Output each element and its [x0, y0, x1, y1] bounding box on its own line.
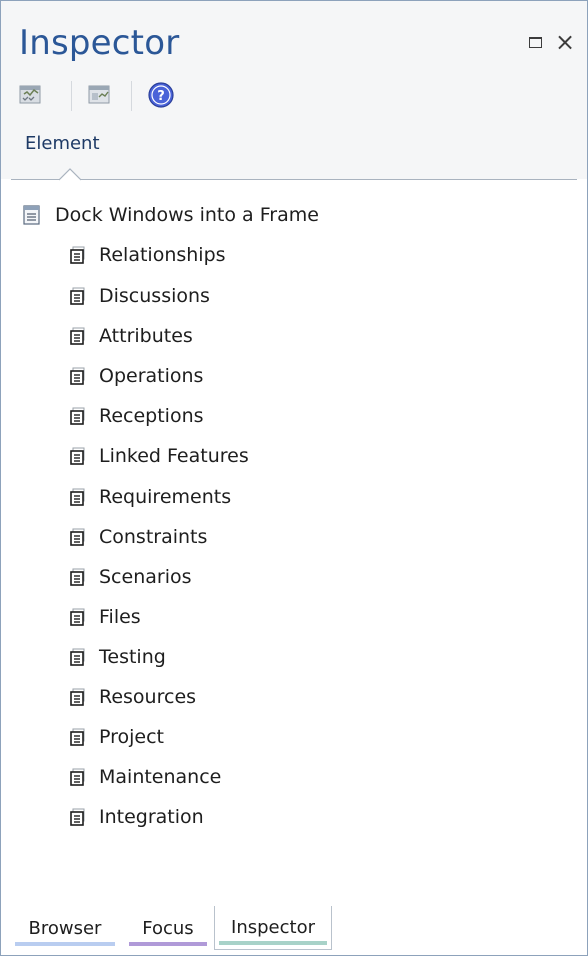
- toolbar-separator: [71, 81, 72, 111]
- tab-focus-label: Focus: [142, 917, 194, 939]
- section-icon: [70, 407, 85, 425]
- section-icon: [70, 447, 85, 465]
- tree-item-resources[interactable]: Resources: [69, 683, 196, 711]
- tree-item-label: Operations: [99, 365, 204, 387]
- window-title: Inspector: [19, 23, 180, 63]
- tree-item-receptions[interactable]: Receptions: [69, 402, 204, 430]
- tree-item-integration[interactable]: Integration: [69, 803, 204, 831]
- tree-item-label: Requirements: [99, 486, 232, 508]
- svg-text:?: ?: [157, 89, 165, 104]
- tab-indicator: [59, 168, 81, 181]
- tree-item-linked-features[interactable]: Linked Features: [69, 442, 249, 470]
- tree-item-label: Discussions: [99, 285, 210, 307]
- tree-item-label: Testing: [99, 646, 166, 668]
- maximize-button[interactable]: [524, 31, 546, 53]
- section-icon: [70, 728, 85, 746]
- help-button[interactable]: ?: [145, 79, 177, 111]
- tab-underline: [11, 179, 577, 180]
- tree-item-constraints[interactable]: Constraints: [69, 523, 207, 551]
- tree-item-label: Files: [99, 606, 141, 628]
- section-icon: [70, 808, 85, 826]
- section-icon: [70, 568, 85, 586]
- section-icon: [70, 488, 85, 506]
- tree-item-label: Attributes: [99, 325, 193, 347]
- tree-item-relationships[interactable]: Relationships: [69, 241, 226, 269]
- tree-item-label: Integration: [99, 806, 204, 828]
- section-icon: [70, 768, 85, 786]
- tab-browser-accent: [15, 942, 115, 946]
- section-icon: [70, 528, 85, 546]
- bottom-tab-bar: Browser Focus Inspector: [11, 906, 587, 950]
- inspector-header: Inspector × ? Element: [1, 1, 587, 179]
- window-layout-button[interactable]: [83, 79, 115, 111]
- tree-item-files[interactable]: Files: [69, 603, 141, 631]
- tab-focus[interactable]: Focus: [125, 906, 211, 950]
- toolbar-separator: [131, 81, 132, 111]
- section-icon: [70, 287, 85, 305]
- tree-item-operations[interactable]: Operations: [69, 362, 203, 390]
- tree-item-label: Constraints: [99, 526, 208, 548]
- tree-item-label: Maintenance: [99, 766, 222, 788]
- filter-checklist-button[interactable]: [15, 79, 47, 111]
- section-icon: [70, 608, 85, 626]
- tree-item-testing[interactable]: Testing: [69, 643, 166, 671]
- tab-browser[interactable]: Browser: [11, 906, 119, 950]
- section-icon: [70, 648, 85, 666]
- tree-item-label: Scenarios: [99, 566, 192, 588]
- tab-inspector-label: Inspector: [231, 917, 315, 938]
- tree-item-label: Linked Features: [99, 445, 249, 467]
- inspector-window: Inspector × ? Element Dock Windows into …: [0, 0, 588, 956]
- section-icon: [70, 367, 85, 385]
- tree-item-label: Relationships: [99, 244, 226, 266]
- tree-root-label: Dock Windows into a Frame: [55, 204, 319, 226]
- close-button[interactable]: ×: [554, 30, 576, 54]
- tree-item-scenarios[interactable]: Scenarios: [69, 563, 192, 591]
- tree-item-maintenance[interactable]: Maintenance: [69, 763, 221, 791]
- tab-inspector[interactable]: Inspector: [214, 906, 332, 950]
- tree-item-label: Resources: [99, 686, 197, 708]
- help-icon: ?: [148, 82, 174, 108]
- tab-element[interactable]: Element: [25, 133, 100, 154]
- window-layout-icon: [88, 85, 110, 104]
- element-icon: [23, 205, 40, 225]
- tree-item-requirements[interactable]: Requirements: [69, 483, 231, 511]
- filter-checklist-icon: [19, 85, 41, 104]
- tree-item-discussions[interactable]: Discussions: [69, 282, 210, 310]
- section-icon: [70, 688, 85, 706]
- tab-browser-label: Browser: [28, 917, 102, 939]
- tree-item-label: Project: [99, 726, 165, 748]
- tree-item-attributes[interactable]: Attributes: [69, 322, 193, 350]
- maximize-icon: [528, 36, 542, 48]
- tree-root[interactable]: Dock Windows into a Frame: [23, 201, 319, 229]
- tree-item-project[interactable]: Project: [69, 723, 164, 751]
- section-icon: [70, 246, 85, 264]
- tab-focus-accent: [129, 942, 207, 946]
- section-icon: [70, 327, 85, 345]
- tab-inspector-accent: [219, 941, 327, 945]
- tree-item-label: Receptions: [99, 405, 204, 427]
